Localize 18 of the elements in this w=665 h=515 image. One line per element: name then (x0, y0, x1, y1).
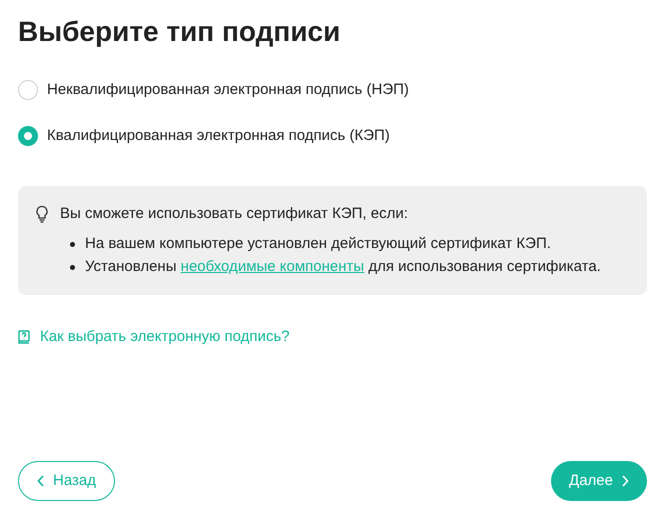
info-item: Установлены необходимые компоненты для использования сертификата. (85, 257, 601, 277)
book-question-icon (18, 330, 30, 344)
chevron-right-icon (621, 475, 629, 487)
radio-label[interactable]: Квалифицированная электронная подпись (КЭП) (47, 126, 390, 146)
chevron-left-icon (37, 475, 45, 487)
page-title: Выберите тип подписи (18, 15, 340, 49)
back-button[interactable]: Назад (18, 461, 115, 501)
bullet-icon (70, 242, 75, 246)
bullet-icon (70, 264, 75, 270)
lightbulb-icon (34, 205, 50, 223)
components-link[interactable]: необходимые компоненты (180, 258, 364, 275)
next-button[interactable]: Далее (551, 461, 647, 501)
info-heading: Вы сможете использовать сертификат КЭП, если: (60, 204, 408, 224)
info-item: На вашем компьютере установлен действующий сертификат КЭП. (85, 234, 551, 254)
help-link[interactable]: Как выбрать электронную подпись? (18, 327, 290, 347)
radio-button[interactable] (18, 80, 38, 100)
radio-label[interactable]: Неквалифицированная электронная подпись (НЭП) (47, 80, 409, 100)
radio-button[interactable] (18, 126, 38, 146)
